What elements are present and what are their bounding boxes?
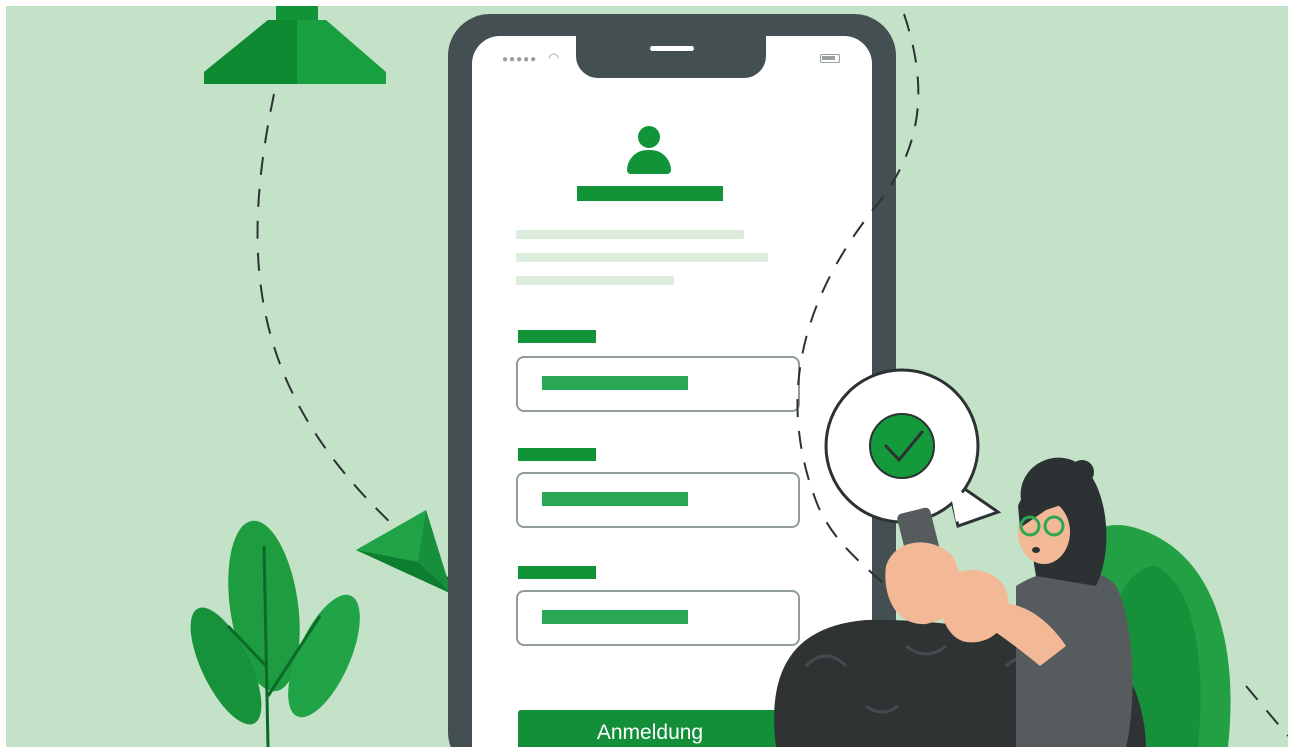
dashed-path-corner <box>1245 685 1288 737</box>
checkmark-icon <box>869 413 935 479</box>
illustration-scene: ●●●●● ◠ Anmeldung <box>6 6 1288 747</box>
foreground-artwork <box>774 13 1288 747</box>
speech-bubble <box>824 368 1002 528</box>
